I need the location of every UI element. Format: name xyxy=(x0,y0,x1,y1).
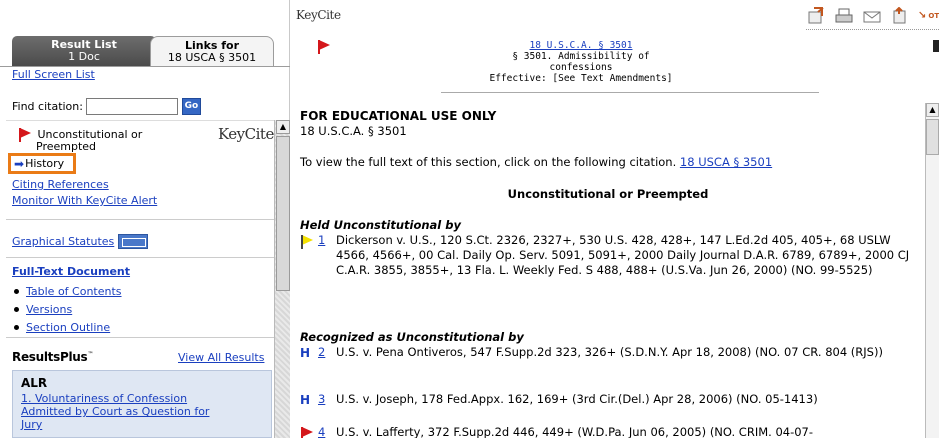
list-item: Versions xyxy=(14,300,122,318)
educational-use-notice: FOR EDUCATIONAL USE ONLY xyxy=(300,109,497,123)
alr-heading: ALR xyxy=(21,376,48,390)
view-all-results-link[interactable]: View All Results xyxy=(178,351,264,364)
graphical-statutes-icon[interactable] xyxy=(118,234,149,249)
left-scrollbar[interactable]: ▲ xyxy=(274,120,290,438)
save-icon[interactable] xyxy=(890,6,910,25)
alr-link-line-1: 1. Voluntariness of Confession xyxy=(21,392,188,405)
tab-links-citation: 18 USCA § 3501 xyxy=(167,51,257,64)
document-pane: KeyCite ↘ OTHER 18 U.S.C.A. § 3501 § 350… xyxy=(291,0,939,438)
alr-box: ALR 1. Voluntariness of Confession Admit… xyxy=(12,370,272,438)
scroll-up-arrow-icon[interactable]: ▲ xyxy=(926,103,939,117)
document-toolbar: ↘ OTHER xyxy=(806,4,939,30)
scrollbar-thumb[interactable] xyxy=(926,119,939,155)
left-navigation-pane: Result List 1 Doc Links for 18 USCA § 35… xyxy=(0,0,290,438)
resultsplus-heading: ResultsPlus™ xyxy=(12,350,93,364)
scrollbar-thumb[interactable] xyxy=(276,136,290,291)
keycite-status: Unconstitutional or Preempted xyxy=(19,128,190,153)
tab-result-list-count: 1 Doc xyxy=(68,50,100,63)
monitor-keycite-alert-link[interactable]: Monitor With KeyCite Alert xyxy=(12,194,157,207)
print-icon[interactable] xyxy=(834,7,854,25)
document-scrollbar[interactable]: ▲ xyxy=(925,103,939,438)
download-icon[interactable] xyxy=(806,6,826,25)
divider xyxy=(6,337,274,338)
entry-text: U.S. v. Joseph, 178 Fed.Appx. 162, 169+ … xyxy=(336,392,818,406)
status-line-2: Preempted xyxy=(36,140,97,153)
list-item: Section Outline xyxy=(14,318,122,336)
find-citation-input[interactable] xyxy=(85,97,178,115)
header-divider xyxy=(441,92,819,93)
other-label: OTHER xyxy=(928,11,939,20)
bullet-icon xyxy=(14,324,19,330)
section-outline-link[interactable]: Section Outline xyxy=(26,321,110,334)
alr-result-link[interactable]: 1. Voluntariness of Confession Admitted … xyxy=(21,392,209,431)
citation-header-effective: Effective: [See Text Amendments] xyxy=(489,73,673,84)
held-unconstitutional-label: Held Unconstitutional by xyxy=(300,218,461,232)
keycite-logo: KeyCite xyxy=(296,8,341,22)
history-link[interactable]: ➡ History xyxy=(8,153,76,174)
citation-header-link[interactable]: 18 U.S.C.A. § 3501 xyxy=(530,40,633,51)
full-text-document-link[interactable]: Full-Text Document xyxy=(12,265,130,278)
full-text-instruction: To view the full text of this section, c… xyxy=(300,155,772,170)
tab-divider xyxy=(0,66,290,67)
entry-number-link[interactable]: 2 xyxy=(318,345,336,361)
full-text-citation-link[interactable]: 18 USCA § 3501 xyxy=(680,155,772,169)
history-entry: H 2 U.S. v. Pena Ontiveros, 547 F.Supp.2… xyxy=(300,345,920,361)
citation-header-title: § 3501. Admissibility of confessions xyxy=(512,51,650,73)
entry-text: Dickerson v. U.S., 120 S.Ct. 2326, 2327+… xyxy=(336,233,910,277)
statute-citation: 18 U.S.C.A. § 3501 xyxy=(300,124,407,138)
history-entry: 4 U.S. v. Lafferty, 372 F.Supp.2d 446, 4… xyxy=(300,425,920,438)
history-entry: H 3 U.S. v. Joseph, 178 Fed.Appx. 162, 1… xyxy=(300,392,920,408)
divider xyxy=(6,257,274,258)
h-history-icon: H xyxy=(300,393,311,407)
entry-number-link[interactable]: 3 xyxy=(318,392,336,408)
entry-number-link[interactable]: 4 xyxy=(318,425,336,438)
find-citation-label: Find citation: xyxy=(12,99,83,113)
table-of-contents-link[interactable]: Table of Contents xyxy=(26,285,122,298)
list-item: Table of Contents xyxy=(14,282,122,300)
other-menu[interactable]: ↘ OTHER xyxy=(918,10,939,21)
citation-header: 18 U.S.C.A. § 3501 § 3501. Admissibility… xyxy=(481,40,681,84)
entry-number-link[interactable]: 1 xyxy=(318,233,336,278)
entry-text: U.S. v. Lafferty, 372 F.Supp.2d 446, 449… xyxy=(336,425,814,438)
red-flag-icon xyxy=(318,40,330,54)
arrow-down-icon: ↘ xyxy=(918,10,927,21)
red-flag-icon xyxy=(301,427,313,438)
full-text-document-list: Table of Contents Versions Section Outli… xyxy=(14,282,122,336)
h-history-icon: H xyxy=(300,346,311,360)
entry-text: U.S. v. Pena Ontiveros, 547 F.Supp.2d 32… xyxy=(336,345,883,359)
full-screen-list-link[interactable]: Full Screen List xyxy=(12,68,95,81)
red-flag-icon xyxy=(19,128,31,142)
page-edge-icon[interactable] xyxy=(933,40,939,52)
document-body: FOR EDUCATIONAL USE ONLY 18 U.S.C.A. § 3… xyxy=(291,100,925,438)
bullet-icon xyxy=(14,306,19,312)
graphical-statutes-link[interactable]: Graphical Statutes xyxy=(12,235,114,248)
yellow-flag-icon xyxy=(301,235,313,249)
history-entry: 1 Dickerson v. U.S., 120 S.Ct. 2326, 232… xyxy=(300,233,920,278)
divider xyxy=(6,219,274,220)
resultsplus-trademark: ™ xyxy=(87,351,94,358)
resultsplus-label: ResultsPlus xyxy=(12,350,88,364)
instruction-text: To view the full text of this section, c… xyxy=(300,155,677,169)
versions-link[interactable]: Versions xyxy=(26,303,72,316)
keycite-logo: KeyCite xyxy=(218,125,274,143)
tab-links-for[interactable]: Links for 18 USCA § 3501 xyxy=(150,36,274,66)
go-button[interactable]: Go xyxy=(181,97,201,115)
history-label: History xyxy=(25,157,65,170)
citing-references-link[interactable]: Citing References xyxy=(12,178,109,191)
recognized-unconstitutional-label: Recognized as Unconstitutional by xyxy=(300,330,524,344)
arrow-right-icon: ➡ xyxy=(14,156,25,171)
alr-link-line-2: Admitted by Court as Question for xyxy=(21,405,210,418)
graphical-statutes[interactable]: Graphical Statutes xyxy=(12,234,149,249)
email-icon[interactable] xyxy=(862,7,882,25)
scroll-up-arrow-icon[interactable]: ▲ xyxy=(276,120,290,134)
alr-link-line-3: Jury xyxy=(21,418,43,431)
bullet-icon xyxy=(14,288,19,294)
tab-result-list[interactable]: Result List 1 Doc xyxy=(12,36,156,66)
find-citation-row: Find citation: Go xyxy=(12,96,201,116)
section-title: Unconstitutional or Preempted xyxy=(507,187,709,201)
